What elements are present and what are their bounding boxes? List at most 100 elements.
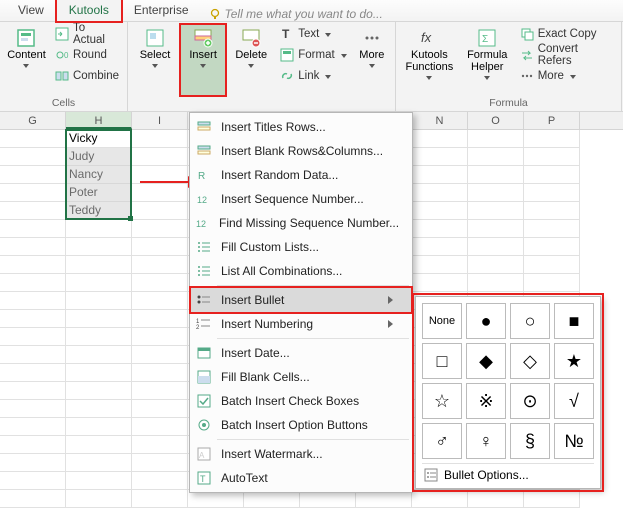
content-button[interactable]: Content — [4, 24, 49, 96]
cell-P21[interactable] — [524, 490, 580, 508]
cell-O4[interactable] — [468, 184, 524, 202]
cell-G11[interactable] — [0, 310, 66, 328]
tab-kutools[interactable]: Kutools — [56, 0, 122, 22]
column-header-N[interactable]: N — [412, 112, 468, 129]
cell-P7[interactable] — [524, 238, 580, 256]
cell-G14[interactable] — [0, 364, 66, 382]
cell-G19[interactable] — [0, 454, 66, 472]
cell-N8[interactable] — [412, 256, 468, 274]
bullet-glyph-7[interactable]: ☆ — [422, 383, 462, 419]
cell-O9[interactable] — [468, 274, 524, 292]
cell-G16[interactable] — [0, 400, 66, 418]
menu-item-insert-sequence-number[interactable]: 12Insert Sequence Number... — [191, 187, 411, 211]
tab-enterprise[interactable]: Enterprise — [122, 0, 201, 21]
cell-G5[interactable] — [0, 202, 66, 220]
cell-G12[interactable] — [0, 328, 66, 346]
cell-I13[interactable] — [132, 346, 188, 364]
cell-G3[interactable] — [0, 166, 66, 184]
insert-button[interactable]: Insert — [180, 24, 226, 96]
delete-button[interactable]: Delete — [228, 24, 274, 96]
cell-O5[interactable] — [468, 202, 524, 220]
formula-helper-button[interactable]: Σ Formula Helper — [461, 24, 514, 96]
cell-I8[interactable] — [132, 256, 188, 274]
bullet-glyph-8[interactable]: ※ — [466, 383, 506, 419]
convert-refers-button[interactable]: Convert Refers — [516, 45, 617, 65]
cell-G9[interactable] — [0, 274, 66, 292]
cell-H5[interactable]: Teddy — [66, 202, 132, 220]
menu-item-insert-date[interactable]: Insert Date... — [191, 341, 411, 365]
select-button[interactable]: Select — [132, 24, 178, 96]
cell-G20[interactable] — [0, 472, 66, 490]
cell-H15[interactable] — [66, 382, 132, 400]
bullet-glyph-1[interactable]: ○ — [510, 303, 550, 339]
text-button[interactable]: TText — [276, 24, 350, 44]
cell-I15[interactable] — [132, 382, 188, 400]
cell-O1[interactable] — [468, 130, 524, 148]
bullet-glyph-10[interactable]: √ — [554, 383, 594, 419]
cell-I18[interactable] — [132, 436, 188, 454]
cell-I19[interactable] — [132, 454, 188, 472]
cell-I21[interactable] — [132, 490, 188, 508]
menu-item-insert-bullet[interactable]: Insert Bullet — [191, 288, 411, 312]
cell-I14[interactable] — [132, 364, 188, 382]
bullet-glyph-12[interactable]: ♀ — [466, 423, 506, 459]
bullet-glyph-0[interactable]: ● — [466, 303, 506, 339]
cell-G1[interactable] — [0, 130, 66, 148]
kutools-functions-button[interactable]: fx Kutools Functions — [400, 24, 459, 96]
to-actual-button[interactable]: To Actual — [51, 24, 123, 44]
bullet-glyph-4[interactable]: ◆ — [466, 343, 506, 379]
cell-H17[interactable] — [66, 418, 132, 436]
cell-G7[interactable] — [0, 238, 66, 256]
cell-H4[interactable]: Poter — [66, 184, 132, 202]
cell-H14[interactable] — [66, 364, 132, 382]
cell-H20[interactable] — [66, 472, 132, 490]
cell-P1[interactable] — [524, 130, 580, 148]
cell-G8[interactable] — [0, 256, 66, 274]
cell-I20[interactable] — [132, 472, 188, 490]
cell-I10[interactable] — [132, 292, 188, 310]
cell-I16[interactable] — [132, 400, 188, 418]
menu-item-insert-blank-rows-columns[interactable]: Insert Blank Rows&Columns... — [191, 139, 411, 163]
cell-H6[interactable] — [66, 220, 132, 238]
menu-item-insert-titles-rows[interactable]: Insert Titles Rows... — [191, 115, 411, 139]
cell-H7[interactable] — [66, 238, 132, 256]
cell-N5[interactable] — [412, 202, 468, 220]
cell-P2[interactable] — [524, 148, 580, 166]
cell-N3[interactable] — [412, 166, 468, 184]
cell-H2[interactable]: Judy — [66, 148, 132, 166]
cell-O3[interactable] — [468, 166, 524, 184]
cell-H13[interactable] — [66, 346, 132, 364]
cell-H21[interactable] — [66, 490, 132, 508]
menu-item-insert-numbering[interactable]: 12Insert Numbering — [191, 312, 411, 336]
cell-G21[interactable] — [0, 490, 66, 508]
cell-I12[interactable] — [132, 328, 188, 346]
cell-O6[interactable] — [468, 220, 524, 238]
cell-H1[interactable]: Vicky — [66, 130, 132, 148]
cell-H8[interactable] — [66, 256, 132, 274]
cell-H19[interactable] — [66, 454, 132, 472]
column-header-G[interactable]: G — [0, 112, 66, 129]
tell-me-search[interactable]: Tell me what you want to do... — [201, 7, 383, 21]
cell-I11[interactable] — [132, 310, 188, 328]
cell-G10[interactable] — [0, 292, 66, 310]
bullet-glyph-9[interactable]: ⊙ — [510, 383, 550, 419]
menu-item-insert-watermark[interactable]: AInsert Watermark... — [191, 442, 411, 466]
cell-N6[interactable] — [412, 220, 468, 238]
more-button[interactable]: More — [353, 24, 391, 96]
column-header-P[interactable]: P — [524, 112, 580, 129]
cell-P9[interactable] — [524, 274, 580, 292]
cell-P8[interactable] — [524, 256, 580, 274]
bullet-glyph-11[interactable]: ♂ — [422, 423, 462, 459]
column-header-I[interactable]: I — [132, 112, 188, 129]
cell-H18[interactable] — [66, 436, 132, 454]
bullet-glyph-5[interactable]: ◇ — [510, 343, 550, 379]
tab-view[interactable]: View — [6, 0, 56, 21]
cell-I7[interactable] — [132, 238, 188, 256]
combine-button[interactable]: Combine — [51, 66, 123, 86]
bullet-glyph-2[interactable]: ■ — [554, 303, 594, 339]
cell-G18[interactable] — [0, 436, 66, 454]
cell-O7[interactable] — [468, 238, 524, 256]
exact-copy-button[interactable]: Exact Copy — [516, 24, 617, 44]
column-header-H[interactable]: H — [66, 112, 132, 129]
cell-G13[interactable] — [0, 346, 66, 364]
